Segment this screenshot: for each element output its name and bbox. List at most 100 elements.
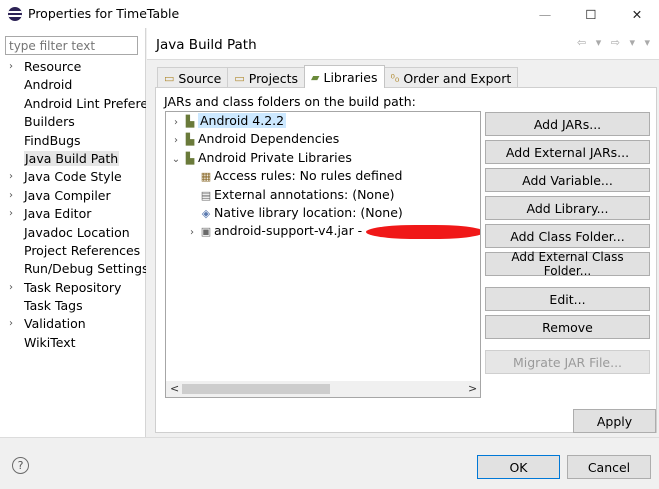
tree-row[interactable]: › ▣ android-support-v4.jar - xyxy=(186,222,480,242)
access-rules-icon: ▦ xyxy=(200,170,212,184)
nav-item-label: Android xyxy=(24,77,73,93)
nav-item-label: Builders xyxy=(24,114,75,130)
expand-chevron-icon[interactable]: › xyxy=(9,58,13,76)
nav-item[interactable]: › Java Editor xyxy=(0,205,146,223)
nav-item[interactable]: Task Tags xyxy=(0,297,146,315)
nav-item-label: Validation xyxy=(24,316,86,332)
nav-item[interactable]: Builders xyxy=(0,113,146,131)
nav-item[interactable]: Javadoc Location xyxy=(0,224,146,242)
library-icon: ▙ xyxy=(185,151,195,165)
tree-row[interactable]: ⌄ ▙ Android Private Libraries xyxy=(170,149,352,167)
expand-chevron-icon[interactable]: › xyxy=(9,168,13,186)
source-folder-icon: ▭ xyxy=(164,71,175,85)
close-button[interactable]: ✕ xyxy=(614,0,659,28)
tab-label: Projects xyxy=(248,70,299,86)
tab-order-and-export[interactable]: ⁰₀ Order and Export xyxy=(383,67,519,88)
nav-item[interactable]: Android Lint Preferences xyxy=(0,95,146,113)
tab-projects[interactable]: ▭ Projects xyxy=(227,67,306,88)
back-forward-arrows-icon[interactable]: ⇦ ▾ ⇨ ▾ ▾ xyxy=(577,36,653,49)
build-path-tabs: ▭ Source ▭ Projects ▰ Libraries ⁰₀ Order and Ex… xyxy=(157,65,519,88)
tab-libraries[interactable]: ▰ Libraries xyxy=(304,65,385,88)
tree-row-label: Android 4.2.2 xyxy=(198,113,287,128)
nav-item-label: Run/Debug Settings xyxy=(24,261,146,277)
tree-row[interactable]: ▦ Access rules: No rules defined xyxy=(186,167,403,185)
libraries-heading: JARs and class folders on the build path… xyxy=(164,94,416,109)
property-pages-list: › Resource Android Android Lint Preferences… xyxy=(0,58,146,352)
tree-row[interactable]: ◈ Native library location: (None) xyxy=(186,204,403,222)
tree-row[interactable]: › ▙ Android 4.2.2 xyxy=(170,112,287,132)
collapse-chevron-icon[interactable]: ⌄ xyxy=(170,151,182,169)
scrollbar-thumb[interactable] xyxy=(182,384,330,394)
nav-item[interactable]: › Task Repository xyxy=(0,279,146,297)
nav-item-label: Java Code Style xyxy=(24,169,122,185)
expand-chevron-icon[interactable]: › xyxy=(9,187,13,205)
libraries-icon: ▰ xyxy=(311,70,320,84)
expand-chevron-icon[interactable]: › xyxy=(9,279,13,297)
projects-icon: ▭ xyxy=(234,71,245,85)
nav-item-label: Android Lint Preferences xyxy=(24,95,146,111)
jar-icon: ▣ xyxy=(200,225,212,239)
help-icon[interactable]: ? xyxy=(12,457,29,474)
nav-item-label: Task Tags xyxy=(24,298,83,314)
tab-label: Libraries xyxy=(323,69,378,85)
annotations-icon: ▤ xyxy=(200,188,212,202)
apply-button[interactable]: Apply xyxy=(573,409,656,433)
tree-row[interactable]: ▤ External annotations: (None) xyxy=(186,186,395,204)
nav-item[interactable]: › Validation xyxy=(0,315,146,333)
library-icon: ▙ xyxy=(185,115,195,128)
expand-chevron-icon[interactable]: › xyxy=(170,114,182,132)
tab-source[interactable]: ▭ Source xyxy=(157,67,229,88)
ok-button[interactable]: OK xyxy=(477,455,560,479)
nav-item[interactable]: Java Build Path xyxy=(0,150,146,168)
expand-chevron-icon[interactable]: › xyxy=(170,132,182,150)
nav-item-label: Java Compiler xyxy=(24,187,111,203)
edit-button[interactable]: Edit... xyxy=(485,287,650,311)
tree-row-label: External annotations: (None) xyxy=(214,186,395,202)
native-library-icon: ◈ xyxy=(201,207,211,220)
tree-row-label: Android Private Libraries xyxy=(198,149,352,165)
nav-item[interactable]: Android xyxy=(0,76,146,94)
expand-chevron-icon[interactable]: › xyxy=(9,205,13,223)
migrate-jar-button[interactable]: Migrate JAR File... xyxy=(485,350,650,374)
add-class-folder-button[interactable]: Add Class Folder... xyxy=(485,224,650,248)
expand-chevron-icon[interactable]: › xyxy=(186,224,198,242)
minimize-button[interactable]: — xyxy=(522,0,568,28)
remove-button[interactable]: Remove xyxy=(485,315,650,339)
libraries-tab-panel: JARs and class folders on the build path… xyxy=(155,87,657,433)
add-external-class-folder-button[interactable]: Add External Class Folder... xyxy=(485,250,650,278)
add-library-button[interactable]: Add Library... xyxy=(485,196,650,220)
nav-item-label: Task Repository xyxy=(24,279,122,295)
nav-item[interactable]: FindBugs xyxy=(0,132,146,150)
nav-item[interactable]: › Java Compiler xyxy=(0,187,146,205)
nav-item[interactable]: › Resource xyxy=(0,58,146,76)
libraries-tree[interactable]: › ▙ Android 4.2.2 › ▙ Android Dependencies ⌄ ▙ A… xyxy=(165,111,481,398)
nav-item-label: FindBugs xyxy=(24,132,81,148)
add-jars-button[interactable]: Add JARs... xyxy=(485,112,650,136)
title-bar: Properties for TimeTable — ☐ ✕ xyxy=(0,0,659,28)
order-export-icon: ⁰₀ xyxy=(390,71,400,85)
filter-input[interactable] xyxy=(5,36,138,55)
nav-item[interactable]: › Java Code Style xyxy=(0,168,146,186)
scroll-left-arrow-icon[interactable]: < xyxy=(170,381,179,397)
scroll-right-arrow-icon[interactable]: > xyxy=(468,381,477,397)
nav-item[interactable]: Project References xyxy=(0,242,146,260)
nav-item-label: Java Editor xyxy=(24,206,92,222)
tree-row-label: Native library location: (None) xyxy=(214,205,403,220)
cancel-button[interactable]: Cancel xyxy=(567,455,651,479)
page-header: Java Build Path ⇦ ▾ ⇨ ▾ ▾ xyxy=(147,28,659,60)
nav-item-label: WikiText xyxy=(24,334,76,350)
dialog-button-bar: ? OK Cancel xyxy=(0,437,659,489)
page-content: Java Build Path ⇦ ▾ ⇨ ▾ ▾ ▭ Source ▭ Projec… xyxy=(147,28,659,437)
nav-item[interactable]: WikiText xyxy=(0,334,146,352)
tree-horizontal-scrollbar[interactable]: < > xyxy=(166,381,480,397)
tab-label: Source xyxy=(178,70,222,86)
nav-item-label: Javadoc Location xyxy=(24,224,130,240)
maximize-button[interactable]: ☐ xyxy=(568,0,614,28)
add-variable-button[interactable]: Add Variable... xyxy=(485,168,650,192)
library-icon: ▙ xyxy=(185,133,195,147)
add-external-jars-button[interactable]: Add External JARs... xyxy=(485,140,650,164)
nav-item[interactable]: Run/Debug Settings xyxy=(0,260,146,278)
tree-row[interactable]: › ▙ Android Dependencies xyxy=(170,130,339,148)
property-pages-pane: › Resource Android Android Lint Preferences… xyxy=(0,28,146,465)
expand-chevron-icon[interactable]: › xyxy=(9,315,13,333)
